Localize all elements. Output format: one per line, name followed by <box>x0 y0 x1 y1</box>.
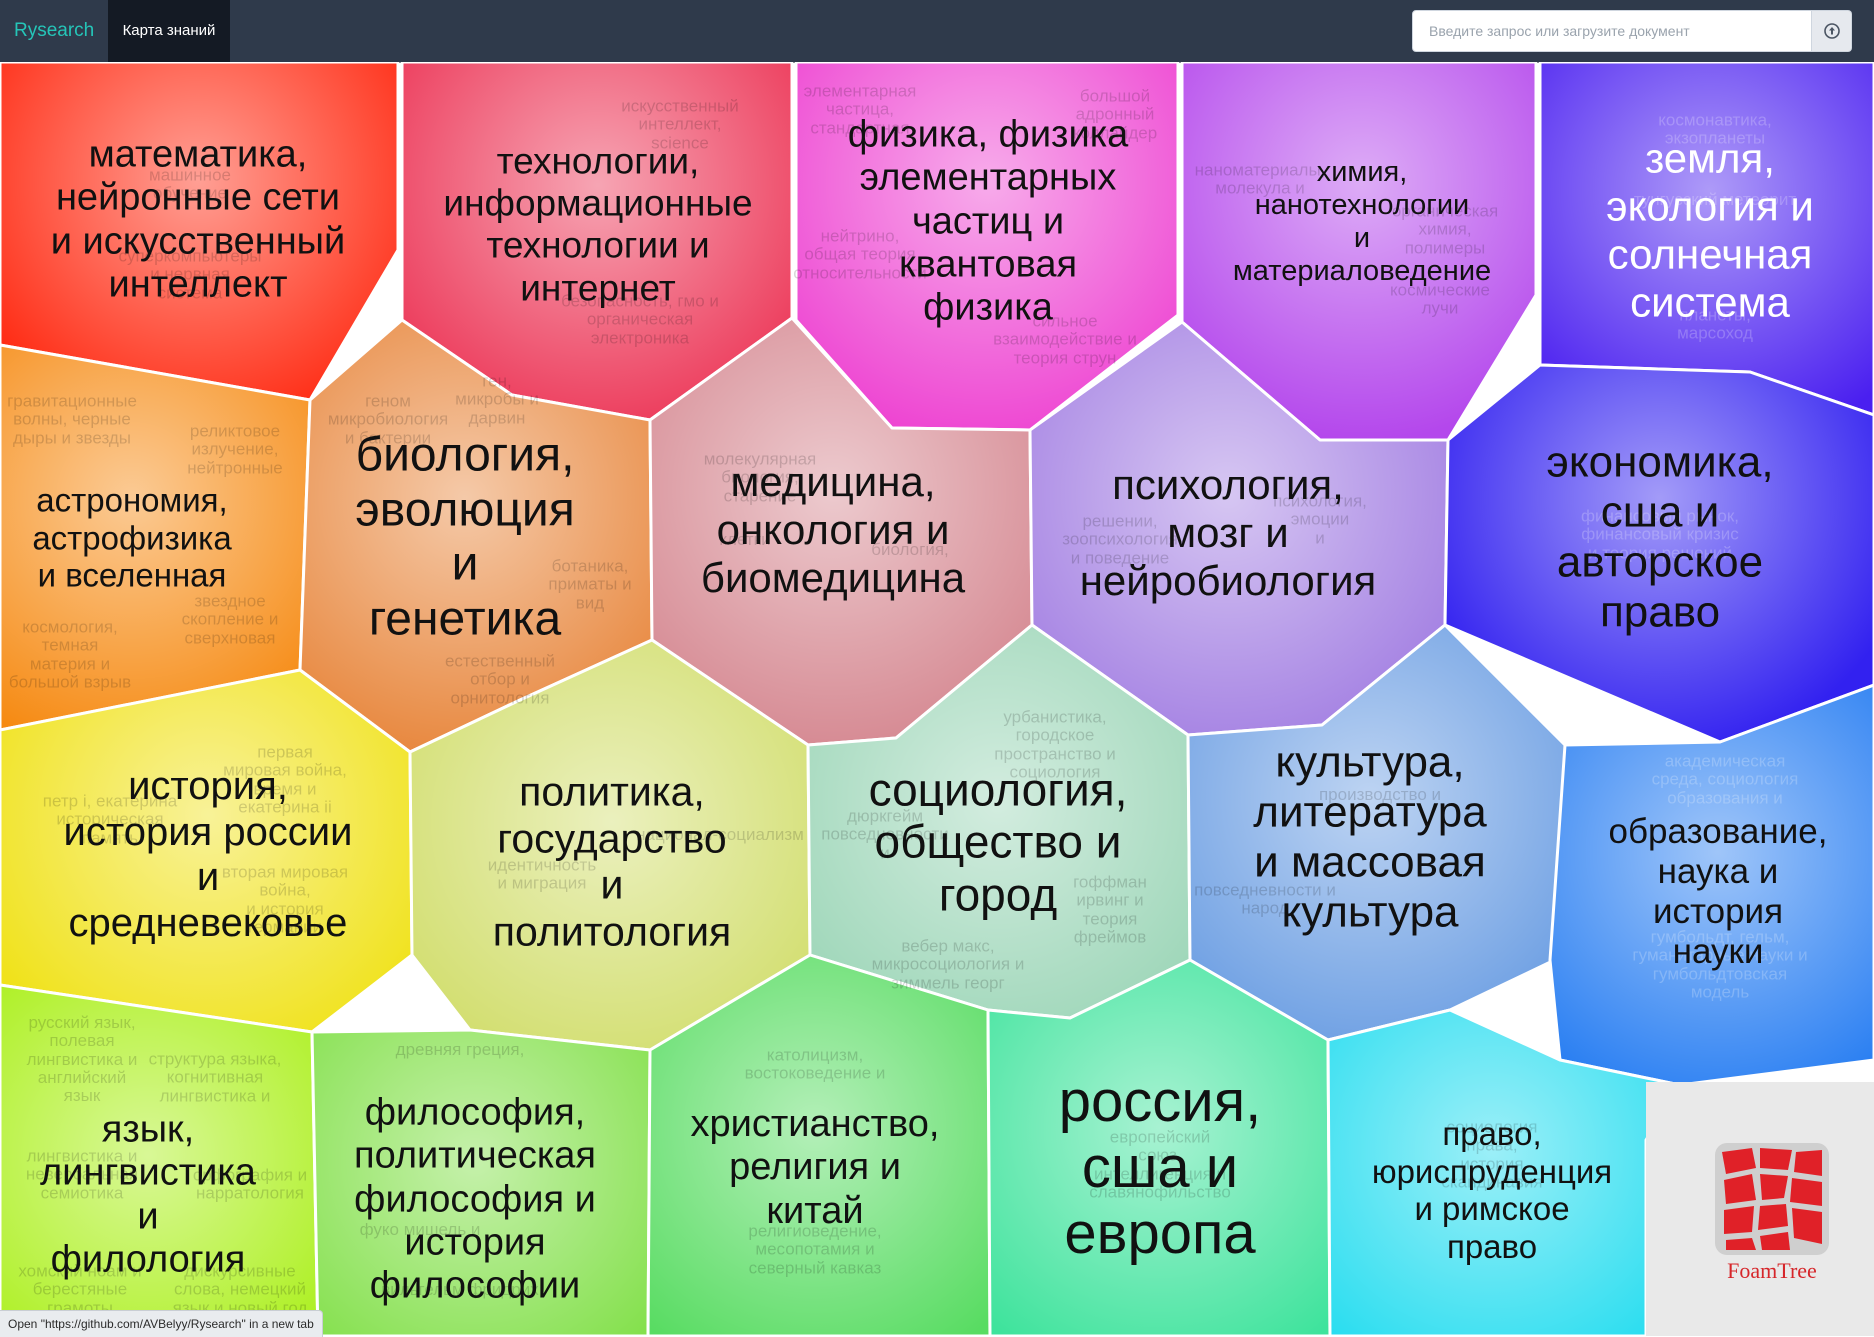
topic-label-россия[interactable]: россия, сша и европа <box>1059 1069 1261 1267</box>
search-input[interactable] <box>1412 10 1812 52</box>
topic-label-медицина[interactable]: медицина, онкология и биомедицина <box>701 458 965 602</box>
upload-button[interactable] <box>1812 10 1852 52</box>
topic-label-христианство[interactable]: христианство, религия и китай <box>691 1103 940 1233</box>
topic-label-математика[interactable]: математика, нейронные сети и искусственн… <box>51 133 345 306</box>
upload-circle-icon <box>1823 23 1840 39</box>
brand-logo-link[interactable]: Rysearch <box>14 0 94 62</box>
topic-label-биология[interactable]: биология, эволюция и генетика <box>355 429 574 648</box>
topic-label-социология[interactable]: социология, общество и город <box>869 763 1128 920</box>
topic-label-политика[interactable]: политика, государство и политология <box>493 769 731 956</box>
topic-label-химия[interactable]: химия, нанотехнологии и материаловедение <box>1233 156 1491 288</box>
topic-label-история[interactable]: история, история россии и средневековье <box>63 764 352 946</box>
topic-label-психология[interactable]: психология, мозг и нейробиология <box>1080 461 1377 605</box>
topic-label-язык[interactable]: язык, лингвистика и филология <box>40 1108 256 1281</box>
topic-label-культура[interactable]: культура, литература и массовая культура <box>1253 738 1486 939</box>
topic-label-философия[interactable]: философия, политическая философия и исто… <box>354 1092 596 1309</box>
foamtree-logo-text: FoamTree <box>1727 1258 1817 1283</box>
topic-label-земля[interactable]: земля, экология и солнечная система <box>1606 134 1814 326</box>
tab-knowledge-map[interactable]: Карта знаний <box>108 0 230 62</box>
topic-label-образование[interactable]: образование, наука и история науки <box>1609 812 1828 972</box>
topic-label-астрономия[interactable]: астрономия, астрофизика и вселенная <box>32 482 231 595</box>
topic-label-технологии[interactable]: технологии, информационные технологии и … <box>443 141 752 310</box>
topic-label-физика-физика[interactable]: физика, физика элементарных частиц и ква… <box>848 114 1129 331</box>
topic-label-экономика[interactable]: экономика, сша и авторское право <box>1546 438 1773 639</box>
foamtree-logo-icon <box>1715 1143 1829 1255</box>
topic-label-право[interactable]: право, юриспруденция и римское право <box>1372 1115 1612 1265</box>
search-bar <box>1412 10 1852 52</box>
browser-status-bar: Open "https://github.com/AVBelyy/Rysearc… <box>0 1310 323 1337</box>
top-navbar: Rysearch Карта знаний <box>0 0 1874 63</box>
foamtree-logo[interactable]: FoamTree <box>1712 1140 1832 1283</box>
